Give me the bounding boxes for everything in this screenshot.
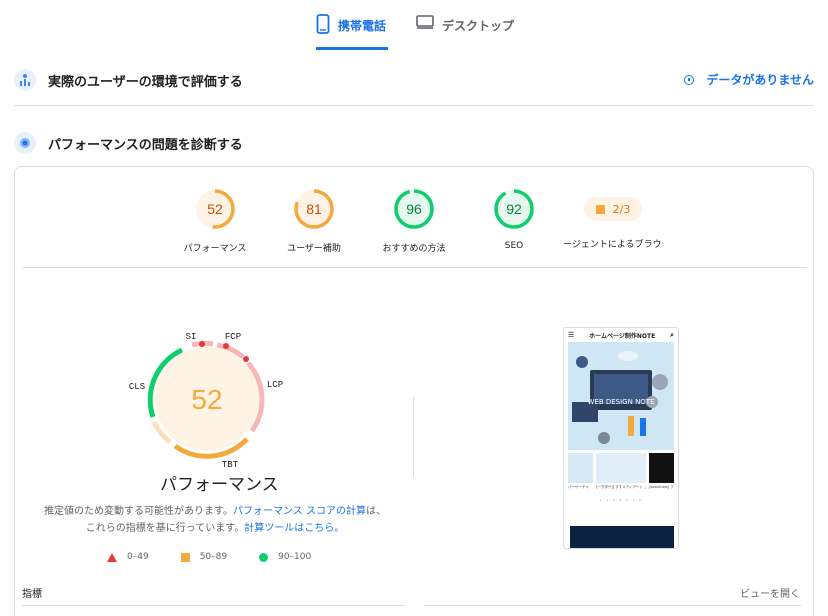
gauge-ring: 81 xyxy=(294,189,334,229)
gauge-value: 52 xyxy=(207,201,223,217)
users-chart-icon xyxy=(14,69,36,91)
gauge-value: 92 xyxy=(506,201,522,217)
gauge-performance[interactable]: 52 パフォーマンス xyxy=(165,187,265,254)
thumbnail-image xyxy=(596,453,646,483)
caption-text: [一方学サ]] すすメディアート ュ [ahovesdone] スアイズも xyxy=(596,485,646,489)
caption-text: パーサーチャ xyxy=(568,485,589,489)
open-view-button[interactable]: ビューを開く xyxy=(740,585,800,600)
thumbnail-image xyxy=(649,453,674,483)
performance-metrics-gauge: 52 SI FCP LCP TBT CLS xyxy=(129,332,283,470)
divider xyxy=(413,397,414,477)
report-card: 52 パフォーマンス 81 ユーザー補助 96 おすすめの方法 92 SEO 2… xyxy=(14,166,814,616)
device-tabs: 携帯電話 デスクトップ xyxy=(0,0,828,50)
tab-mobile-label: 携帯電話 xyxy=(338,19,387,33)
desktop-monitor-icon xyxy=(416,15,434,29)
preview-captions: パーサーチャ [一方学サ]] すすメディアート ュ [ahovesdone] ス… xyxy=(568,485,674,490)
thumbnail-image xyxy=(568,453,593,483)
fcp-label: FCP xyxy=(225,332,241,342)
info-icon xyxy=(684,74,695,85)
score-calc-link[interactable]: パフォーマンス スコアの計算 xyxy=(233,506,366,517)
search-icon: ⌕ xyxy=(670,330,674,339)
tab-desktop-label: デスクトップ xyxy=(442,19,515,33)
si-marker xyxy=(199,341,205,347)
caption-text: [aboutnow] ファランガル酸 化 xyxy=(649,485,674,489)
gauge-label: SEO xyxy=(504,241,524,251)
hamburger-menu-icon: ☰ xyxy=(568,331,575,339)
tbt-label: TBT xyxy=(222,460,239,470)
main-gauge-title: パフォーマンス xyxy=(160,475,279,495)
metrics-heading: 指標 xyxy=(22,589,42,600)
gauge-accessibility[interactable]: 81 ユーザー補助 xyxy=(264,187,364,254)
legend-range: 0–49 xyxy=(127,552,149,562)
no-data-text: データがありません xyxy=(706,73,814,87)
pass-circle-icon xyxy=(259,552,269,562)
diagnose-section: パフォーマンスの問題を診断する xyxy=(14,131,814,155)
preview-header: ☰ ホームページ制作NOTE ⌕ xyxy=(564,328,678,342)
main-gauge-value: 52 xyxy=(191,384,222,415)
average-square-icon xyxy=(595,204,605,214)
preview-site-title: ホームページ制作NOTE xyxy=(589,332,656,340)
gauge-seo[interactable]: 92 SEO xyxy=(464,187,564,251)
divider xyxy=(424,605,801,606)
carousel-dots: • • • • • • • xyxy=(599,498,643,504)
legend-range: 50–89 xyxy=(199,552,228,562)
calculator-link[interactable]: 計算ツールはこちら。 xyxy=(244,523,344,534)
agent-score-pill[interactable]: 2/3 xyxy=(584,197,642,221)
real-user-title: 実際のユーザーの環境で評価する xyxy=(48,74,243,90)
average-square-icon xyxy=(180,552,190,562)
preview-hero-image: WEB DESIGN NOTE xyxy=(568,342,674,450)
divider xyxy=(23,267,807,268)
lcp-marker xyxy=(243,356,249,362)
legend-average: 50–89 xyxy=(180,552,228,562)
gauge-value: 96 xyxy=(406,201,422,217)
preview-thumbnails xyxy=(568,453,674,483)
diagnose-title: パフォーマンスの問題を診断する xyxy=(48,137,243,153)
tab-desktop[interactable]: デスクトップ xyxy=(416,14,514,50)
legend-pass: 90–100 xyxy=(259,552,311,562)
lcp-label: LCP xyxy=(267,380,283,390)
note-text: 推定値のため変動する可能性があります。 xyxy=(44,506,233,517)
gauge-label: ユーザー補助 xyxy=(287,244,341,254)
hero-illustration xyxy=(568,342,674,450)
gauge-ring: 52 xyxy=(195,189,235,229)
divider xyxy=(22,605,405,606)
score-gauges: 52 パフォーマンス 81 ユーザー補助 96 おすすめの方法 92 SEO 2… xyxy=(15,187,813,257)
legend-range: 90–100 xyxy=(278,552,312,562)
mobile-phone-icon xyxy=(316,14,330,34)
preview-hero-text: WEB DESIGN NOTE xyxy=(587,398,655,406)
gauge-best-practices[interactable]: 96 おすすめの方法 xyxy=(364,187,464,254)
divider xyxy=(14,105,814,106)
score-legend: 0–49 50–89 90–100 xyxy=(107,552,343,562)
gauge-label: パフォーマンス xyxy=(183,244,247,254)
fcp-marker xyxy=(223,343,229,349)
si-label: SI xyxy=(186,332,197,342)
preview-bottom-banner xyxy=(570,526,674,548)
real-user-section: 実際のユーザーの環境で評価する データがありません xyxy=(14,68,814,92)
agent-score-value: 2/3 xyxy=(612,202,631,216)
legend-fail: 0–49 xyxy=(107,552,149,562)
agent-label: ージェントによるブラウジン xyxy=(563,240,663,250)
mobile-screenshot-preview: ☰ ホームページ制作NOTE ⌕ WEB DESIGN NOTE パーサーチャ … xyxy=(563,327,679,549)
tab-mobile[interactable]: 携帯電話 xyxy=(316,14,388,50)
cls-label: CLS xyxy=(129,382,145,392)
lighthouse-diagnose-icon xyxy=(14,132,36,154)
estimate-note: 推定値のため変動する可能性があります。パフォーマンス スコアの計算は、これらの指… xyxy=(43,503,387,537)
gauge-ring: 96 xyxy=(394,189,434,229)
no-data-link[interactable]: データがありません xyxy=(684,71,814,88)
gauge-ring: 92 xyxy=(494,189,534,229)
gauge-value: 81 xyxy=(306,201,322,217)
gauge-label: おすすめの方法 xyxy=(382,244,446,254)
fail-triangle-icon xyxy=(107,552,117,562)
